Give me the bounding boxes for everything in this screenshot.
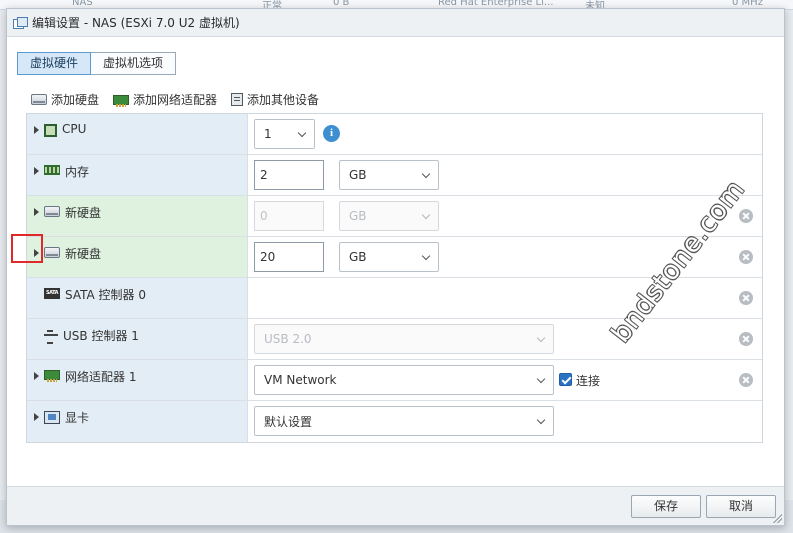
- network-label: 网络适配器 1: [65, 370, 137, 384]
- bg-vm-cpu: 0 MHz: [732, 0, 763, 8]
- hardware-row-memory: 内存 2 GB: [27, 155, 762, 196]
- disk-1-size-input[interactable]: 0: [254, 201, 324, 231]
- hardware-row-usb-controller: USB 控制器 1 USB 2.0: [27, 319, 762, 360]
- bg-vm-os: Red Hat Enterprise Li...: [438, 0, 554, 8]
- row-value-cell: 2 GB: [248, 155, 762, 195]
- tab-bar: 虚拟硬件 虚拟机选项: [17, 52, 177, 75]
- info-icon[interactable]: i: [323, 125, 340, 142]
- dialog-titlebar: 编辑设置 - NAS (ESXi 7.0 U2 虚拟机): [7, 9, 784, 37]
- remove-network-icon[interactable]: [739, 373, 753, 387]
- annotation-highlight-box: [11, 234, 43, 263]
- chevron-down-icon: [421, 251, 431, 261]
- chevron-down-icon: [297, 128, 307, 138]
- memory-unit-select[interactable]: GB: [339, 160, 439, 190]
- row-label-cell: CPU: [27, 114, 248, 154]
- sata-label: SATA 控制器 0: [65, 288, 146, 302]
- chevron-down-icon: [536, 374, 546, 384]
- row-value-cell: 1 i: [248, 114, 762, 154]
- usb-version-select[interactable]: USB 2.0: [254, 324, 554, 354]
- expand-disk-1-icon[interactable]: [34, 208, 39, 216]
- add-network-adapter-button[interactable]: 添加网络适配器: [113, 91, 217, 108]
- disk-1-unit-value: GB: [349, 209, 367, 223]
- chevron-down-icon: [536, 415, 546, 425]
- row-value-cell: USB 2.0: [248, 319, 762, 359]
- video-card-value: 默认设置: [264, 414, 313, 429]
- video-card-label: 显卡: [65, 411, 90, 425]
- bg-vm-size: 0 B: [333, 0, 350, 8]
- chevron-down-icon: [421, 210, 431, 220]
- tab-virtual-hardware[interactable]: 虚拟硬件: [17, 52, 92, 75]
- hard-disk-icon: [44, 247, 60, 258]
- row-label-cell: SATA SATA 控制器 0: [27, 278, 248, 318]
- usb-icon: [44, 329, 58, 344]
- hard-disk-icon: [44, 206, 60, 217]
- add-disk-button[interactable]: 添加硬盘: [31, 91, 99, 108]
- row-label-cell: USB 控制器 1: [27, 319, 248, 359]
- chevron-down-icon: [536, 333, 546, 343]
- disk-2-size-input[interactable]: 20: [254, 242, 324, 272]
- add-other-label: 添加其他设备: [247, 93, 320, 107]
- memory-size-input[interactable]: 2: [254, 160, 324, 190]
- chevron-down-icon: [421, 169, 431, 179]
- disk-1-unit-select[interactable]: GB: [339, 201, 439, 231]
- network-value: VM Network: [264, 373, 337, 387]
- network-card-icon: [113, 94, 130, 107]
- expand-cpu-icon[interactable]: [34, 126, 39, 134]
- memory-label: 内存: [65, 165, 90, 179]
- network-select[interactable]: VM Network: [254, 365, 554, 395]
- expand-memory-icon[interactable]: [34, 167, 39, 175]
- usb-label: USB 控制器 1: [63, 329, 139, 343]
- add-other-device-button[interactable]: 添加其他设备: [231, 91, 319, 108]
- bg-vm-name: NAS: [72, 0, 93, 8]
- dialog-footer: 保存 取消: [7, 486, 784, 525]
- device-icon: [231, 93, 244, 106]
- network-card-icon: [44, 370, 60, 382]
- row-value-cell: [248, 278, 762, 318]
- expand-network-icon[interactable]: [34, 372, 39, 380]
- save-button[interactable]: 保存: [631, 495, 701, 518]
- resize-handle-icon[interactable]: [772, 513, 782, 523]
- add-network-label: 添加网络适配器: [133, 93, 218, 107]
- row-label-cell: 内存: [27, 155, 248, 195]
- row-label-cell: 显卡: [27, 401, 248, 442]
- remove-usb-icon[interactable]: [739, 332, 753, 346]
- usb-version-value: USB 2.0: [264, 332, 312, 346]
- row-value-cell: VM Network 连接: [248, 360, 762, 400]
- add-disk-label: 添加硬盘: [51, 93, 100, 107]
- hardware-row-video-card: 显卡 默认设置: [27, 401, 762, 442]
- connect-checkbox[interactable]: [559, 373, 572, 386]
- disk-1-label: 新硬盘: [65, 206, 102, 220]
- disk-2-unit-value: GB: [349, 250, 367, 264]
- disk-2-label: 新硬盘: [65, 247, 102, 261]
- hardware-row-new-disk-1: 新硬盘 0 GB: [27, 196, 762, 237]
- hardware-row-cpu: CPU 1 i: [27, 114, 762, 155]
- cpu-count-value: 1: [264, 127, 272, 141]
- memory-unit-value: GB: [349, 168, 367, 182]
- row-label-cell: 新硬盘: [27, 237, 248, 277]
- vm-icon: [13, 16, 28, 29]
- tab-vm-options[interactable]: 虚拟机选项: [91, 52, 177, 75]
- memory-icon: [44, 165, 60, 175]
- row-label-cell: 网络适配器 1: [27, 360, 248, 400]
- hardware-row-network-adapter: 网络适配器 1 VM Network 连接: [27, 360, 762, 401]
- cancel-button[interactable]: 取消: [706, 495, 776, 518]
- cpu-count-select[interactable]: 1: [254, 119, 315, 149]
- expand-video-card-icon[interactable]: [34, 413, 39, 421]
- remove-disk-2-icon[interactable]: [739, 250, 753, 264]
- disk-2-unit-select[interactable]: GB: [339, 242, 439, 272]
- cpu-label: CPU: [62, 122, 87, 136]
- sata-icon: SATA: [44, 288, 60, 299]
- hard-disk-icon: [31, 94, 47, 105]
- connect-label: 连接: [576, 374, 601, 388]
- hardware-toolbar: 添加硬盘 添加网络适配器 添加其他设备: [31, 91, 319, 108]
- row-label-cell: 新硬盘: [27, 196, 248, 236]
- row-value-cell: 默认设置: [248, 401, 762, 442]
- dialog-title: 编辑设置 - NAS (ESXi 7.0 U2 虚拟机): [32, 16, 240, 30]
- video-card-select[interactable]: 默认设置: [254, 406, 554, 436]
- remove-disk-1-icon[interactable]: [739, 209, 753, 223]
- remove-sata-icon[interactable]: [739, 291, 753, 305]
- cpu-icon: [44, 124, 57, 137]
- video-card-icon: [44, 411, 60, 424]
